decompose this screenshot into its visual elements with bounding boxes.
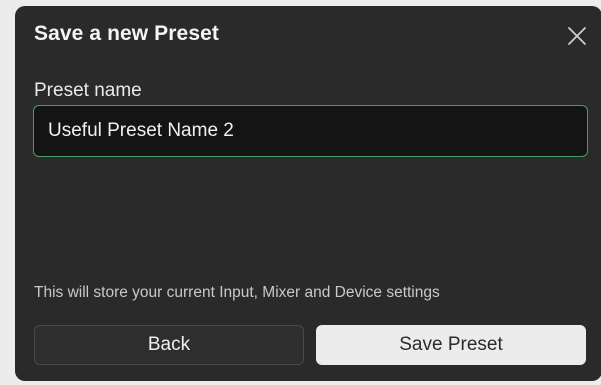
back-button[interactable]: Back: [34, 325, 304, 365]
info-text: This will store your current Input, Mixe…: [34, 284, 440, 301]
close-button[interactable]: [566, 25, 588, 47]
preset-name-label: Preset name: [34, 80, 142, 101]
save-preset-dialog: Save a new Preset Preset name This will …: [15, 6, 601, 381]
dialog-title: Save a new Preset: [34, 22, 219, 45]
preset-name-input[interactable]: [33, 105, 588, 157]
close-icon: [568, 27, 586, 45]
save-preset-button[interactable]: Save Preset: [316, 325, 586, 365]
